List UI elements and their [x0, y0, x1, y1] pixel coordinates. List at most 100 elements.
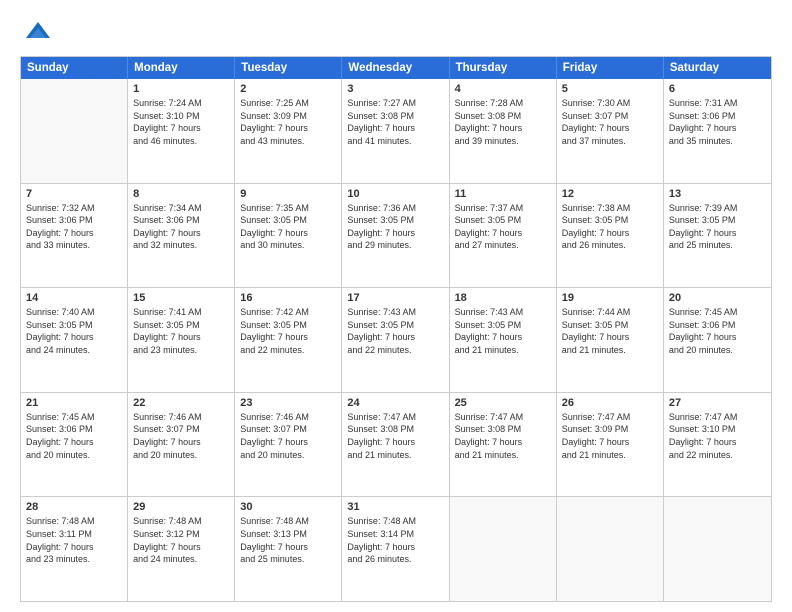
calendar-cell: 29Sunrise: 7:48 AMSunset: 3:12 PMDayligh…	[128, 497, 235, 601]
cell-info-line: Sunrise: 7:47 AM	[669, 411, 766, 424]
cell-info-line: Sunset: 3:08 PM	[455, 423, 551, 436]
calendar-cell: 15Sunrise: 7:41 AMSunset: 3:05 PMDayligh…	[128, 288, 235, 392]
cell-info-line: Daylight: 7 hours	[26, 541, 122, 554]
cell-info-line: Daylight: 7 hours	[669, 436, 766, 449]
calendar-cell: 16Sunrise: 7:42 AMSunset: 3:05 PMDayligh…	[235, 288, 342, 392]
cell-info-line: Sunrise: 7:45 AM	[26, 411, 122, 424]
day-number: 19	[562, 292, 658, 304]
cell-info-line: Daylight: 7 hours	[455, 227, 551, 240]
cell-info-line: Daylight: 7 hours	[455, 436, 551, 449]
cell-info-line: and 22 minutes.	[240, 344, 336, 357]
cell-info-line: Sunrise: 7:34 AM	[133, 202, 229, 215]
calendar-cell: 12Sunrise: 7:38 AMSunset: 3:05 PMDayligh…	[557, 184, 664, 288]
cell-info-line: and 21 minutes.	[562, 449, 658, 462]
cell-info-line: and 25 minutes.	[240, 553, 336, 566]
cell-info-line: Sunrise: 7:43 AM	[347, 306, 443, 319]
cell-info-line: and 20 minutes.	[26, 449, 122, 462]
calendar-cell: 5Sunrise: 7:30 AMSunset: 3:07 PMDaylight…	[557, 79, 664, 183]
cell-info-line: Sunrise: 7:47 AM	[347, 411, 443, 424]
cell-info-line: Sunrise: 7:36 AM	[347, 202, 443, 215]
cell-info-line: Sunset: 3:08 PM	[347, 110, 443, 123]
logo	[20, 18, 52, 46]
cell-info-line: Daylight: 7 hours	[240, 122, 336, 135]
cell-info-line: Sunrise: 7:37 AM	[455, 202, 551, 215]
day-number: 12	[562, 188, 658, 200]
cell-info-line: and 35 minutes.	[669, 135, 766, 148]
day-number: 17	[347, 292, 443, 304]
cell-info-line: Sunset: 3:14 PM	[347, 528, 443, 541]
cell-info-line: Sunset: 3:08 PM	[347, 423, 443, 436]
logo-icon	[24, 18, 52, 46]
cell-info-line: Daylight: 7 hours	[26, 331, 122, 344]
cell-info-line: and 21 minutes.	[347, 449, 443, 462]
cell-info-line: Daylight: 7 hours	[347, 331, 443, 344]
cell-info-line: Sunrise: 7:30 AM	[562, 97, 658, 110]
cell-info-line: Sunset: 3:05 PM	[347, 319, 443, 332]
cell-info-line: Sunset: 3:12 PM	[133, 528, 229, 541]
calendar-cell: 19Sunrise: 7:44 AMSunset: 3:05 PMDayligh…	[557, 288, 664, 392]
cell-info-line: Daylight: 7 hours	[669, 331, 766, 344]
header	[20, 18, 772, 46]
cell-info-line: and 20 minutes.	[240, 449, 336, 462]
calendar-cell: 31Sunrise: 7:48 AMSunset: 3:14 PMDayligh…	[342, 497, 449, 601]
cell-info-line: Sunrise: 7:46 AM	[133, 411, 229, 424]
day-number: 4	[455, 83, 551, 95]
cell-info-line: Sunrise: 7:48 AM	[133, 515, 229, 528]
calendar-cell: 24Sunrise: 7:47 AMSunset: 3:08 PMDayligh…	[342, 393, 449, 497]
cell-info-line: and 25 minutes.	[669, 239, 766, 252]
day-number: 27	[669, 397, 766, 409]
day-number: 9	[240, 188, 336, 200]
cell-info-line: and 20 minutes.	[669, 344, 766, 357]
cell-info-line: and 21 minutes.	[562, 344, 658, 357]
day-number: 1	[133, 83, 229, 95]
cell-info-line: Daylight: 7 hours	[669, 122, 766, 135]
calendar-cell: 11Sunrise: 7:37 AMSunset: 3:05 PMDayligh…	[450, 184, 557, 288]
cell-info-line: and 26 minutes.	[562, 239, 658, 252]
cell-info-line: and 39 minutes.	[455, 135, 551, 148]
cell-info-line: Sunset: 3:06 PM	[26, 423, 122, 436]
cell-info-line: Sunrise: 7:48 AM	[347, 515, 443, 528]
cell-info-line: Daylight: 7 hours	[133, 436, 229, 449]
cell-info-line: Sunrise: 7:44 AM	[562, 306, 658, 319]
day-number: 15	[133, 292, 229, 304]
cell-info-line: Daylight: 7 hours	[562, 436, 658, 449]
cell-info-line: Sunrise: 7:35 AM	[240, 202, 336, 215]
cell-info-line: Sunrise: 7:47 AM	[562, 411, 658, 424]
day-number: 5	[562, 83, 658, 95]
cell-info-line: and 43 minutes.	[240, 135, 336, 148]
cell-info-line: Daylight: 7 hours	[347, 227, 443, 240]
day-number: 22	[133, 397, 229, 409]
cell-info-line: Sunrise: 7:39 AM	[669, 202, 766, 215]
cell-info-line: Sunset: 3:06 PM	[669, 319, 766, 332]
day-number: 25	[455, 397, 551, 409]
calendar-cell: 14Sunrise: 7:40 AMSunset: 3:05 PMDayligh…	[21, 288, 128, 392]
calendar-cell: 28Sunrise: 7:48 AMSunset: 3:11 PMDayligh…	[21, 497, 128, 601]
cell-info-line: Daylight: 7 hours	[240, 436, 336, 449]
day-number: 28	[26, 501, 122, 513]
cell-info-line: Daylight: 7 hours	[26, 227, 122, 240]
cell-info-line: Daylight: 7 hours	[669, 227, 766, 240]
cell-info-line: Sunset: 3:05 PM	[562, 319, 658, 332]
day-number: 30	[240, 501, 336, 513]
cell-info-line: Daylight: 7 hours	[26, 436, 122, 449]
day-number: 21	[26, 397, 122, 409]
calendar-cell: 3Sunrise: 7:27 AMSunset: 3:08 PMDaylight…	[342, 79, 449, 183]
cell-info-line: Daylight: 7 hours	[562, 227, 658, 240]
day-of-week-header: Friday	[557, 57, 664, 79]
cell-info-line: Sunrise: 7:28 AM	[455, 97, 551, 110]
cell-info-line: Daylight: 7 hours	[347, 436, 443, 449]
cell-info-line: Daylight: 7 hours	[455, 122, 551, 135]
cell-info-line: Sunrise: 7:47 AM	[455, 411, 551, 424]
day-number: 18	[455, 292, 551, 304]
calendar-week-row: 1Sunrise: 7:24 AMSunset: 3:10 PMDaylight…	[21, 79, 771, 183]
cell-info-line: and 33 minutes.	[26, 239, 122, 252]
day-of-week-header: Saturday	[664, 57, 771, 79]
cell-info-line: Sunrise: 7:31 AM	[669, 97, 766, 110]
calendar-cell: 18Sunrise: 7:43 AMSunset: 3:05 PMDayligh…	[450, 288, 557, 392]
day-number: 2	[240, 83, 336, 95]
cell-info-line: Daylight: 7 hours	[133, 541, 229, 554]
cell-info-line: Sunset: 3:09 PM	[562, 423, 658, 436]
cell-info-line: Sunset: 3:06 PM	[133, 214, 229, 227]
day-number: 10	[347, 188, 443, 200]
cell-info-line: Daylight: 7 hours	[240, 541, 336, 554]
